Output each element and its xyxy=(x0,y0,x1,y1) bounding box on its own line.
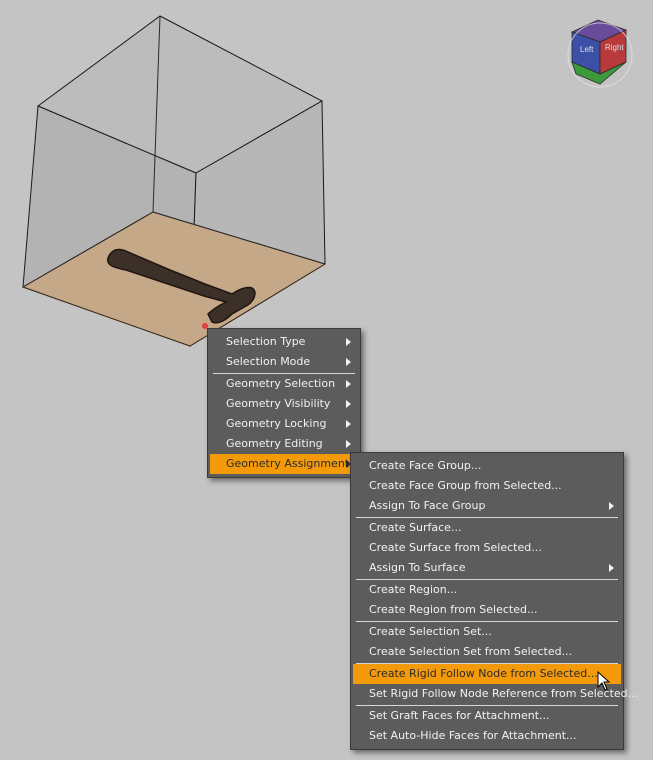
menu-item-label: Set Graft Faces for Attachment... xyxy=(369,709,550,722)
menu-item-geometry-editing[interactable]: Geometry Editing xyxy=(210,434,358,454)
menu-item-create-region-from-selected[interactable]: Create Region from Selected... xyxy=(353,600,621,620)
menu-item-create-surface-from-selected[interactable]: Create Surface from Selected... xyxy=(353,538,621,558)
submenu-arrow-icon xyxy=(346,400,351,408)
menu-item-label: Selection Type xyxy=(226,335,306,348)
submenu-arrow-icon xyxy=(346,338,351,346)
view-cube-icon[interactable]: Left Right xyxy=(567,19,633,88)
menu-item-label: Geometry Selection xyxy=(226,377,336,390)
submenu-arrow-icon xyxy=(346,420,351,428)
submenu-arrow-icon xyxy=(346,440,351,448)
menu-item-create-selection-set-from-selected[interactable]: Create Selection Set from Selected... xyxy=(353,642,621,662)
menu-item-label: Set Auto-Hide Faces for Attachment... xyxy=(369,729,577,742)
menu-item-selection-type[interactable]: Selection Type xyxy=(210,332,358,352)
menu-item-geometry-visibility[interactable]: Geometry Visibility xyxy=(210,394,358,414)
menu-item-create-region[interactable]: Create Region... xyxy=(353,580,621,600)
context-menu[interactable]: Selection Type Selection Mode Geometry S… xyxy=(207,328,361,478)
menu-item-selection-mode[interactable]: Selection Mode xyxy=(210,352,358,372)
menu-item-create-face-group-from-selected[interactable]: Create Face Group from Selected... xyxy=(353,476,621,496)
submenu-arrow-icon xyxy=(346,358,351,366)
menu-item-label: Assign To Surface xyxy=(369,561,466,574)
menu-item-geometry-locking[interactable]: Geometry Locking xyxy=(210,414,358,434)
menu-item-label: Assign To Face Group xyxy=(369,499,486,512)
submenu-arrow-icon xyxy=(609,502,614,510)
menu-item-label: Create Face Group from Selected... xyxy=(369,479,562,492)
menu-item-set-graft-faces[interactable]: Set Graft Faces for Attachment... xyxy=(353,706,621,726)
menu-item-label: Create Region from Selected... xyxy=(369,603,538,616)
menu-item-geometry-assignment[interactable]: Geometry Assignment xyxy=(210,454,358,474)
submenu-arrow-icon xyxy=(609,564,614,572)
menu-item-label: Create Rigid Follow Node from Selected..… xyxy=(369,667,598,680)
menu-item-geometry-selection[interactable]: Geometry Selection xyxy=(210,374,358,394)
menu-item-assign-to-face-group[interactable]: Assign To Face Group xyxy=(353,496,621,516)
menu-item-set-auto-hide-faces[interactable]: Set Auto-Hide Faces for Attachment... xyxy=(353,726,621,746)
menu-item-label: Geometry Visibility xyxy=(226,397,331,410)
menu-item-label: Geometry Editing xyxy=(226,437,323,450)
view-cube-left-label: Left xyxy=(580,45,594,54)
menu-item-create-selection-set[interactable]: Create Selection Set... xyxy=(353,622,621,642)
menu-item-label: Geometry Locking xyxy=(226,417,327,430)
view-cube-right-label: Right xyxy=(605,43,624,52)
menu-item-label: Create Region... xyxy=(369,583,458,596)
mouse-cursor-icon xyxy=(597,671,611,691)
menu-item-label: Create Surface... xyxy=(369,521,462,534)
menu-item-create-surface[interactable]: Create Surface... xyxy=(353,518,621,538)
menu-item-create-rigid-follow-node[interactable]: Create Rigid Follow Node from Selected..… xyxy=(353,664,621,684)
submenu-arrow-icon xyxy=(346,380,351,388)
menu-item-set-rigid-follow-node-reference[interactable]: Set Rigid Follow Node Reference from Sel… xyxy=(353,684,638,704)
geometry-assignment-submenu[interactable]: Create Face Group... Create Face Group f… xyxy=(350,452,638,750)
menu-item-label: Selection Mode xyxy=(226,355,311,368)
menu-item-label: Create Selection Set from Selected... xyxy=(369,645,573,658)
menu-item-assign-to-surface[interactable]: Assign To Surface xyxy=(353,558,621,578)
menu-item-create-face-group[interactable]: Create Face Group... xyxy=(353,456,621,476)
menu-item-label: Geometry Assignment xyxy=(226,457,350,470)
menu-item-label: Create Face Group... xyxy=(369,459,482,472)
menu-item-label: Create Surface from Selected... xyxy=(369,541,542,554)
menu-item-label: Create Selection Set... xyxy=(369,625,492,638)
